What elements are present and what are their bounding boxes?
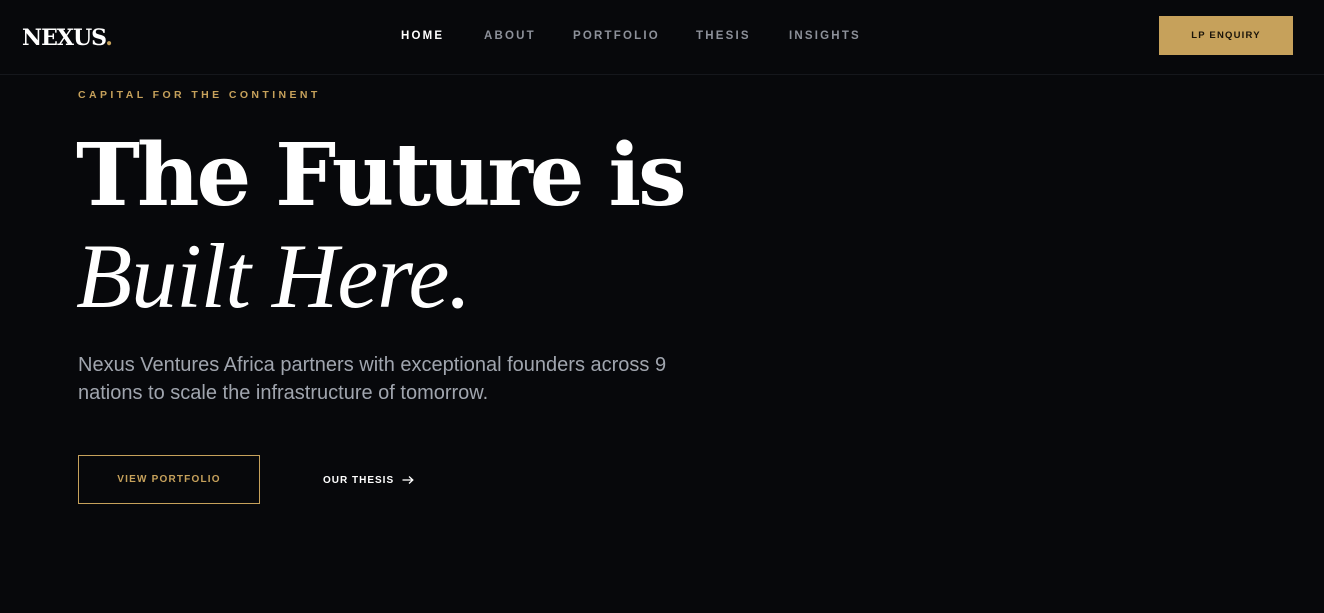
main-nav: HOME ABOUT PORTFOLIO THESIS INSIGHTS: [0, 29, 1324, 43]
hero-headline-line2: Built Here.: [76, 225, 471, 327]
arrow-right-icon: [402, 475, 414, 485]
hero-eyebrow: CAPITAL FOR THE CONTINENT: [78, 89, 321, 101]
view-portfolio-button[interactable]: VIEW PORTFOLIO: [78, 455, 260, 504]
nav-item-thesis[interactable]: THESIS: [696, 29, 751, 43]
hero-headline-line1: The Future is: [76, 125, 687, 226]
nav-item-portfolio[interactable]: PORTFOLIO: [573, 29, 660, 43]
site-header: NEXUS. HOME ABOUT PORTFOLIO THESIS INSIG…: [0, 0, 1324, 75]
nav-item-home[interactable]: HOME: [401, 29, 444, 43]
our-thesis-link[interactable]: OUR THESIS: [323, 471, 414, 489]
lp-enquiry-button[interactable]: LP ENQUIRY: [1159, 16, 1293, 55]
our-thesis-label: OUR THESIS: [323, 474, 395, 486]
nav-item-about[interactable]: ABOUT: [484, 29, 536, 43]
hero-description: Nexus Ventures Africa partners with exce…: [78, 354, 667, 404]
nav-item-insights[interactable]: INSIGHTS: [789, 29, 861, 43]
